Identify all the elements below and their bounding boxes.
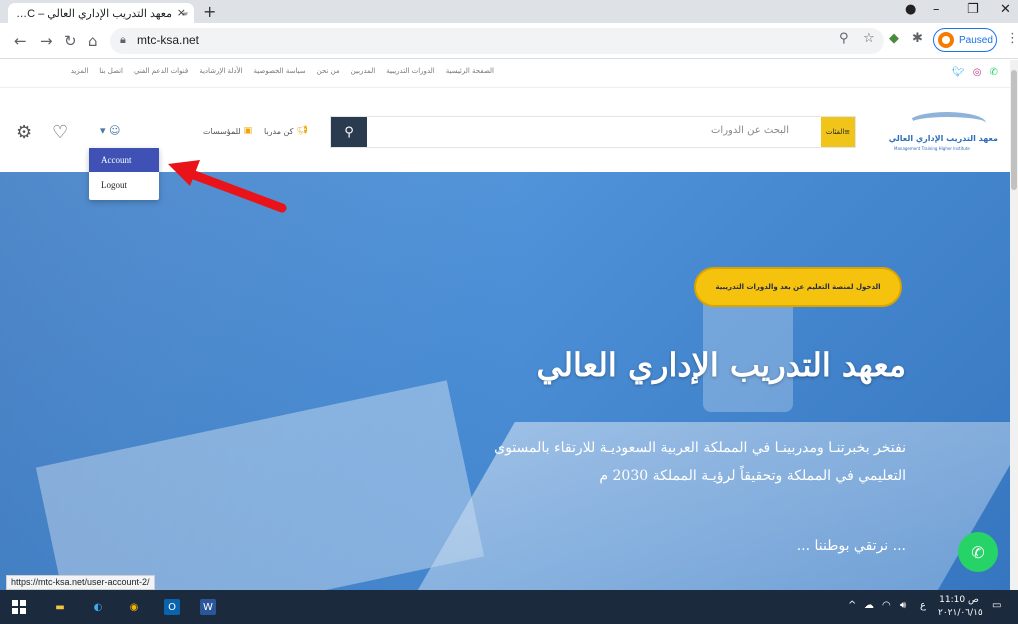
social-links: 🐦︎ ◎ ✆ xyxy=(952,67,998,78)
url-text: mtc-ksa.net xyxy=(137,33,200,47)
volume-icon[interactable]: 🔊︎ xyxy=(900,600,906,611)
for-institutions-label: للمؤسسات xyxy=(203,126,241,136)
scrollbar-thumb[interactable] xyxy=(1011,70,1017,190)
tab-title: معهد التدريب الإداري العالي – MTC xyxy=(14,7,172,20)
top-nav-item[interactable]: المدربين xyxy=(351,67,376,75)
top-nav-item[interactable]: من نحن xyxy=(317,67,340,75)
profile-status-label: Paused xyxy=(959,34,993,46)
screen: ▰ معهد التدريب الإداري العالي – MTC × + … xyxy=(0,0,1018,624)
for-institutions-link[interactable]: للمؤسسات ▣ xyxy=(203,126,252,136)
outlook-icon[interactable]: O xyxy=(164,599,180,615)
extensions-puzzle-icon[interactable]: ✱ xyxy=(912,31,923,46)
settings-gear-icon[interactable]: ⚙ xyxy=(16,122,32,143)
word-icon[interactable]: W xyxy=(200,599,216,615)
onedrive-cloud-icon[interactable]: ☁ xyxy=(864,600,874,611)
forward-icon[interactable]: → xyxy=(40,32,53,50)
top-nav-item[interactable]: اتصل بنا xyxy=(99,67,123,75)
whatsapp-icon[interactable]: ✆ xyxy=(989,67,997,78)
browser-tab-bar: ▰ معهد التدريب الإداري العالي – MTC × + … xyxy=(0,0,1018,23)
search-icon: ⚲ xyxy=(344,124,354,140)
menu-item-logout[interactable]: Logout xyxy=(89,173,159,197)
notification-icon[interactable]: ▭ xyxy=(992,600,1001,611)
edge-browser-icon[interactable]: ◐ xyxy=(90,599,106,615)
be-trainer-label: كن مدربا xyxy=(264,126,294,136)
megaphone-icon: 📢︎ xyxy=(296,126,308,136)
top-nav-item[interactable]: المزيد xyxy=(71,67,89,75)
clock-date: ٢٠٢١/٠٦/١٥ xyxy=(938,608,983,618)
close-window-icon[interactable]: ✕ xyxy=(1000,2,1011,17)
new-tab-button[interactable]: + xyxy=(203,2,216,21)
home-icon[interactable]: ⌂ xyxy=(88,32,98,50)
network-icon[interactable]: ◠ xyxy=(882,600,891,611)
profile-avatar-icon xyxy=(938,32,954,48)
lock-icon: 🔒︎ xyxy=(120,33,126,46)
clock-time: 11:10 ص xyxy=(939,595,979,605)
whatsapp-chat-button[interactable]: ✆ xyxy=(958,532,998,572)
hero-title: معهد التدريب الإداري العالي xyxy=(536,346,906,384)
user-dropdown-menu: Account Logout xyxy=(89,148,159,200)
course-search-bar: ⚲ البحث عن الدورات ≡ الفئات xyxy=(330,116,856,148)
profile-paused-button[interactable]: Paused xyxy=(933,28,997,52)
address-bar[interactable]: 🔒︎ mtc-ksa.net xyxy=(110,28,884,54)
instagram-icon[interactable]: ◎ xyxy=(973,67,982,78)
menu-item-account[interactable]: Account xyxy=(89,148,159,172)
browser-profile-icon[interactable]: ● xyxy=(905,2,916,17)
top-nav-item[interactable]: سياسة الخصوصية xyxy=(254,67,306,75)
input-language-icon[interactable]: ع xyxy=(920,600,926,611)
logo-subtitle: Management Training Higher Institute xyxy=(894,146,970,151)
maximize-icon[interactable]: ❐ xyxy=(967,2,979,17)
windows-start-icon[interactable] xyxy=(12,600,26,614)
extension-icon[interactable]: ◆ xyxy=(889,31,899,46)
logo-name: معهد التدريب الإداري العالي xyxy=(888,134,998,143)
browser-toolbar: ← → ↻ ⌂ 🔒︎ mtc-ksa.net ⚲ ☆ ◆ ✱ Paused ⋮ xyxy=(0,23,1018,59)
windows-taskbar: ▬ ◐ ◉ O W ^ ☁ ◠ 🔊︎ ع 11:10 ص ٢٠٢١/٠٦/١٥ … xyxy=(0,590,1018,624)
browser-menu-icon[interactable]: ⋮ xyxy=(1006,31,1018,46)
categories-button[interactable]: ≡ الفئات xyxy=(821,117,855,147)
reload-icon[interactable]: ↻ xyxy=(64,32,77,50)
top-nav-item[interactable]: الأدلة الإرشادية xyxy=(199,67,242,75)
bookmark-star-icon[interactable]: ☆ xyxy=(863,31,875,46)
file-explorer-icon[interactable]: ▬ xyxy=(52,599,68,615)
user-menu-toggle[interactable]: ▾ ☺ xyxy=(100,124,121,137)
elearning-cta-button[interactable]: الدخول لمنصة التعليم عن بعد والدورات الت… xyxy=(694,267,902,307)
hero-banner: الدخول لمنصة التعليم عن بعد والدورات الت… xyxy=(0,172,1010,590)
taskbar-clock[interactable]: 11:10 ص ٢٠٢١/٠٦/١٥ xyxy=(938,594,983,620)
top-navigation: الصفحة الرئيسية الدورات التدريبية المدربين… xyxy=(14,67,494,75)
top-nav-item[interactable]: قنوات الدعم الفني xyxy=(134,67,188,75)
search-button[interactable]: ⚲ xyxy=(331,117,367,147)
browser-tab[interactable]: ▰ معهد التدريب الإداري العالي – MTC × xyxy=(8,3,194,23)
whatsapp-icon: ✆ xyxy=(971,542,985,562)
menu-bars-icon: ≡ xyxy=(844,128,851,136)
be-trainer-link[interactable]: كن مدربا 📢︎ xyxy=(264,126,308,136)
top-nav-item[interactable]: الدورات التدريبية xyxy=(386,67,434,75)
page-scrollbar[interactable] xyxy=(1010,60,1018,590)
minimize-icon[interactable]: – xyxy=(933,2,940,17)
wishlist-heart-icon[interactable]: ♡ xyxy=(52,122,68,143)
annotation-arrow-icon xyxy=(168,160,287,213)
twitter-icon[interactable]: 🐦︎ xyxy=(952,67,965,78)
site-logo[interactable]: معهد التدريب الإداري العالي Management T… xyxy=(889,110,998,152)
institution-icon: ▣ xyxy=(243,126,253,136)
status-bar-url: https://mtc-ksa.net/user-account-2/ xyxy=(6,575,155,590)
back-icon[interactable]: ← xyxy=(14,32,27,50)
hero-description: نفتخر بخبرتنـا ومدربينـا في المملكة العر… xyxy=(494,440,906,484)
site-top-bar: الصفحة الرئيسية الدورات التدريبية المدربين… xyxy=(0,60,1018,88)
top-nav-item[interactable]: الصفحة الرئيسية xyxy=(446,67,494,75)
chrome-browser-icon[interactable]: ◉ xyxy=(126,599,142,615)
categories-label: الفئات xyxy=(825,128,845,136)
logo-swoosh-icon xyxy=(908,112,986,134)
tray-chevron-icon[interactable]: ^ xyxy=(848,600,856,611)
zoom-icon[interactable]: ⚲ xyxy=(839,31,849,46)
tab-close-icon[interactable]: × xyxy=(177,6,186,19)
hero-tagline: ... نرتقي بوطننا ... xyxy=(796,538,906,554)
search-input[interactable]: البحث عن الدورات xyxy=(711,125,789,136)
